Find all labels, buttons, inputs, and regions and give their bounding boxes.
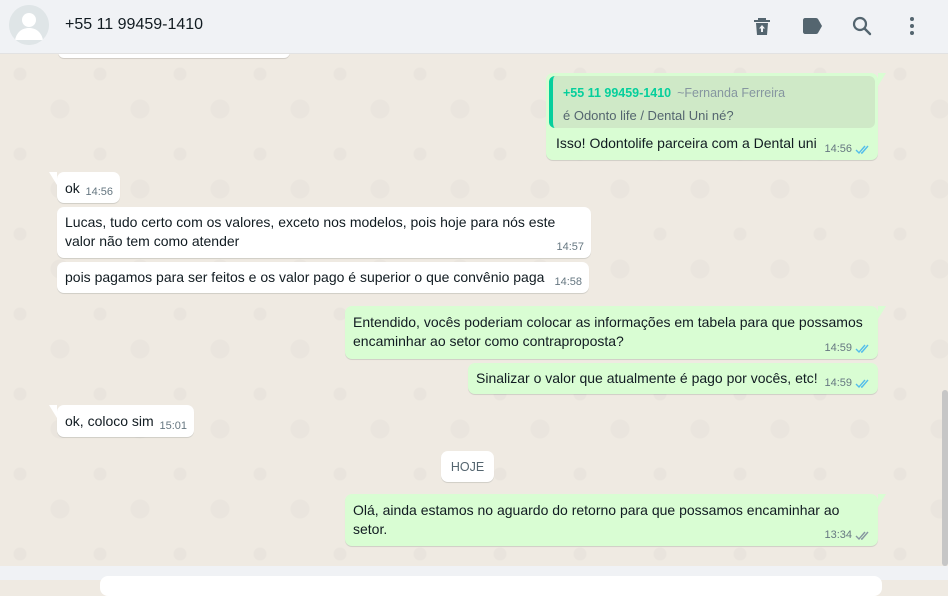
- avatar[interactable]: [9, 5, 49, 45]
- bubble-tail: [49, 172, 57, 185]
- message-bubble-partial: [58, 54, 290, 58]
- message-bubble-outgoing[interactable]: +55 11 99459-1410 ~Fernanda Ferreira é Od…: [546, 73, 886, 160]
- menu-icon[interactable]: [900, 14, 924, 38]
- message-time: 13:34: [824, 529, 852, 541]
- delete-icon[interactable]: [750, 14, 774, 38]
- bubble-tail: [49, 405, 57, 418]
- bubble-tail: [878, 306, 886, 319]
- message-time: 14:59: [824, 342, 852, 354]
- message-bubble-outgoing[interactable]: Olá, ainda estamos no aguardo do retorno…: [345, 494, 886, 546]
- message-text: Entendido, vocês poderiam colocar as inf…: [353, 314, 863, 349]
- date-divider: HOJE: [441, 451, 494, 482]
- message-list[interactable]: +55 11 99459-1410 ~Fernanda Ferreira é Od…: [0, 54, 948, 566]
- scrollbar[interactable]: [942, 390, 948, 566]
- bubble-tail: [878, 494, 886, 507]
- quoted-alias: ~Fernanda Ferreira: [677, 86, 786, 100]
- message-meta: 13:34: [824, 530, 871, 541]
- message-text: Olá, ainda estamos no aguardo do retorno…: [353, 502, 840, 537]
- quoted-author: +55 11 99459-1410: [563, 86, 672, 100]
- message-text: ok, coloco sim: [65, 413, 154, 429]
- quoted-text: é Odonto life / Dental Uni né?: [563, 108, 734, 123]
- compose-bar: [0, 566, 948, 596]
- bubble-tail: [878, 73, 886, 86]
- message-time: 14:56: [85, 186, 113, 198]
- message-bubble-incoming[interactable]: ok, coloco sim 15:01: [49, 405, 194, 437]
- read-ticks-icon: [855, 145, 869, 155]
- default-avatar-icon: [9, 5, 49, 45]
- message-bubble-outgoing[interactable]: Sinalizar o valor que atualmente é pago …: [468, 363, 878, 394]
- message-meta: 14:57: [556, 242, 584, 253]
- search-icon[interactable]: [850, 14, 874, 38]
- read-ticks-icon: [855, 379, 869, 389]
- delivered-ticks-icon: [855, 531, 869, 541]
- message-time: 14:57: [556, 241, 584, 253]
- message-text: Sinalizar o valor que atualmente é pago …: [476, 370, 818, 386]
- message-time: 14:58: [554, 276, 582, 288]
- quoted-message[interactable]: +55 11 99459-1410 ~Fernanda Ferreira é Od…: [549, 76, 875, 128]
- message-time: 14:56: [824, 143, 852, 155]
- message-bubble-incoming[interactable]: ok 14:56: [49, 172, 120, 203]
- message-text: ok: [65, 180, 80, 196]
- message-bubble-incoming[interactable]: pois pagamos para ser feitos e os valor …: [57, 262, 589, 293]
- message-text: pois pagamos para ser feitos e os valor …: [65, 269, 545, 285]
- message-meta: 15:01: [159, 421, 187, 432]
- message-meta: 14:56: [824, 144, 871, 155]
- label-icon[interactable]: [800, 14, 824, 38]
- message-input[interactable]: [100, 576, 882, 596]
- message-text: Isso! Odontolife parceira com a Dental u…: [556, 135, 817, 151]
- message-meta: 14:59: [824, 378, 871, 389]
- message-meta: 14:59: [824, 343, 871, 354]
- contact-name[interactable]: +55 11 99459-1410: [65, 16, 203, 34]
- read-ticks-icon: [855, 344, 869, 354]
- message-bubble-incoming[interactable]: Lucas, tudo certo com os valores, exceto…: [57, 207, 591, 258]
- message-meta: 14:58: [554, 277, 582, 288]
- message-time: 14:59: [824, 377, 852, 389]
- message-text: Lucas, tudo certo com os valores, exceto…: [65, 214, 556, 249]
- chat-header: +55 11 99459-1410: [0, 0, 948, 54]
- message-time: 15:01: [159, 420, 187, 432]
- message-bubble-outgoing[interactable]: Entendido, vocês poderiam colocar as inf…: [345, 306, 886, 359]
- message-meta: 14:56: [85, 187, 113, 198]
